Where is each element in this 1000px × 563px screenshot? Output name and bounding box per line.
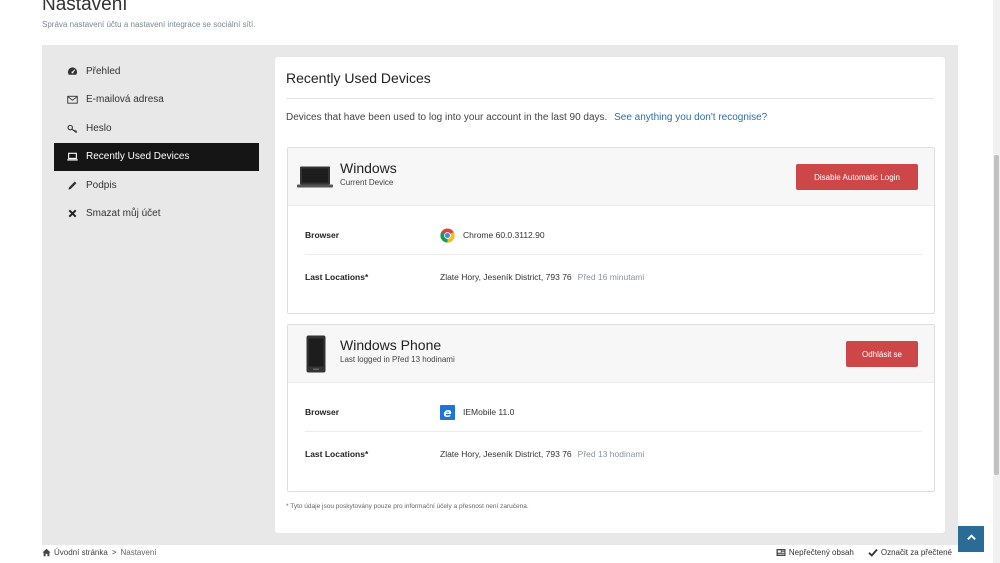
device-subtitle: Current Device (340, 178, 394, 187)
device-card-windows-phone: Windows Phone Last logged in Před 13 hod… (287, 324, 935, 492)
sidebar-item-overview[interactable]: Přehled (54, 57, 259, 86)
sidebar-item-recent-devices[interactable]: Recently Used Devices (54, 142, 259, 171)
key-icon (67, 123, 78, 134)
location-value-wrap: Zlate Hory, Jeseník District, 793 76 Pře… (440, 449, 644, 459)
logout-device-button[interactable]: Odhlásit se (846, 341, 918, 367)
settings-container: Přehled E-mailová adresa Heslo Recently … (42, 45, 958, 545)
sidebar-item-label: E-mailová adresa (86, 94, 164, 106)
browser-label: Browser (305, 407, 340, 417)
page-title: Nastavení (42, 0, 128, 15)
unread-content-label: Nepřečtený obsah (788, 548, 854, 557)
settings-sidebar: Přehled E-mailová adresa Heslo Recently … (54, 57, 259, 228)
sidebar-item-label: Smazat můj účet (86, 208, 161, 220)
sidebar-item-email[interactable]: E-mailová adresa (54, 86, 259, 115)
page-subtitle: Správa nastavení účtu a nastavení integr… (42, 20, 256, 29)
browser-row: Browser e IEMobile 11.0 (305, 391, 922, 433)
browser-value-wrap: Chrome 60.0.3112.90 (440, 227, 545, 243)
breadcrumb-current: Nastavení (120, 548, 157, 557)
browser-row: Browser Chrome 60.0.3112.90 (305, 214, 922, 256)
phone-device-icon (306, 335, 326, 378)
disable-automatic-login-button[interactable]: Disable Automatic Login (796, 164, 918, 190)
location-label: Last Locations* (305, 272, 369, 282)
location-row: Last Locations* Zlate Hory, Jeseník Dist… (305, 256, 922, 298)
unrecognised-devices-link[interactable]: See anything you don't recognise? (614, 112, 767, 123)
ie-icon: e (440, 404, 455, 420)
location-label: Last Locations* (305, 449, 369, 459)
breadcrumb-separator: > (111, 548, 117, 557)
dashboard-icon (67, 66, 78, 77)
location-timestamp: Před 16 minutami (577, 272, 645, 282)
location-row: Last Locations* Zlate Hory, Jeseník Dist… (305, 433, 922, 475)
svg-text:e: e (443, 406, 451, 420)
panel-title: Recently Used Devices (286, 70, 431, 86)
browser-value: Chrome 60.0.3112.90 (463, 230, 545, 240)
breadcrumb: Úvodní stránka > Nastavení (42, 548, 157, 557)
mark-read-link[interactable]: Označit za přečtené (868, 548, 952, 557)
intro-description: Devices that have been used to log into … (286, 112, 608, 123)
intro-text: Devices that have been used to log into … (286, 112, 767, 123)
location-timestamp: Před 13 hodinami (577, 449, 645, 459)
row-divider (305, 254, 922, 255)
pencil-icon (67, 180, 78, 191)
divider (286, 98, 934, 99)
device-name: Windows Phone (340, 337, 442, 353)
unread-content-link[interactable]: Nepřečtený obsah (776, 548, 854, 557)
chrome-icon (440, 227, 455, 243)
browser-label: Browser (305, 230, 340, 240)
page-scrollbar[interactable] (993, 0, 1000, 563)
device-name: Windows (340, 160, 397, 176)
checkmark-icon (868, 548, 878, 557)
sidebar-item-password[interactable]: Heslo (54, 114, 259, 143)
row-divider (305, 431, 922, 432)
footer-bar: Úvodní stránka > Nastavení Nepřečtený ob… (0, 545, 1000, 563)
sidebar-item-label: Recently Used Devices (86, 151, 190, 163)
envelope-icon (67, 94, 78, 105)
page-header: Nastavení Správa nastavení účtu a nastav… (42, 0, 255, 29)
laptop-icon (67, 151, 78, 162)
location-value: Zlate Hory, Jeseník District, 793 76 (440, 272, 572, 282)
footer-actions: Nepřečtený obsah Označit za přečtené (762, 548, 952, 557)
scrollbar-thumb[interactable] (994, 155, 999, 475)
browser-value-wrap: e IEMobile 11.0 (440, 404, 515, 420)
chevron-up-icon (966, 530, 977, 548)
disclaimer-footnote: * Tyto údaje jsou poskytovány pouze pro … (286, 503, 529, 510)
device-subtitle: Last logged in Před 13 hodinami (340, 355, 455, 364)
newspaper-icon (776, 548, 786, 557)
laptop-device-icon (297, 166, 333, 193)
sidebar-item-label: Přehled (86, 65, 121, 77)
device-header: Windows Current Device Disable Automatic… (288, 148, 934, 206)
sidebar-item-signature[interactable]: Podpis (54, 171, 259, 200)
device-header: Windows Phone Last logged in Před 13 hod… (288, 325, 934, 383)
close-icon (67, 208, 78, 219)
sidebar-item-label: Heslo (86, 122, 112, 134)
location-value: Zlate Hory, Jeseník District, 793 76 (440, 449, 572, 459)
devices-panel: Recently Used Devices Devices that have … (275, 57, 945, 533)
page: Nastavení Správa nastavení účtu a nastav… (0, 0, 1000, 563)
sidebar-item-label: Podpis (86, 179, 117, 191)
location-value-wrap: Zlate Hory, Jeseník District, 793 76 Pře… (440, 272, 644, 282)
scroll-to-top-button[interactable] (958, 526, 984, 552)
browser-value: IEMobile 11.0 (463, 407, 515, 417)
mark-read-label: Označit za přečtené (880, 548, 952, 557)
home-icon (42, 548, 51, 557)
sidebar-item-delete-account[interactable]: Smazat můj účet (54, 200, 259, 229)
breadcrumb-home-link[interactable]: Úvodní stránka (54, 548, 108, 557)
device-card-windows: Windows Current Device Disable Automatic… (287, 147, 935, 314)
